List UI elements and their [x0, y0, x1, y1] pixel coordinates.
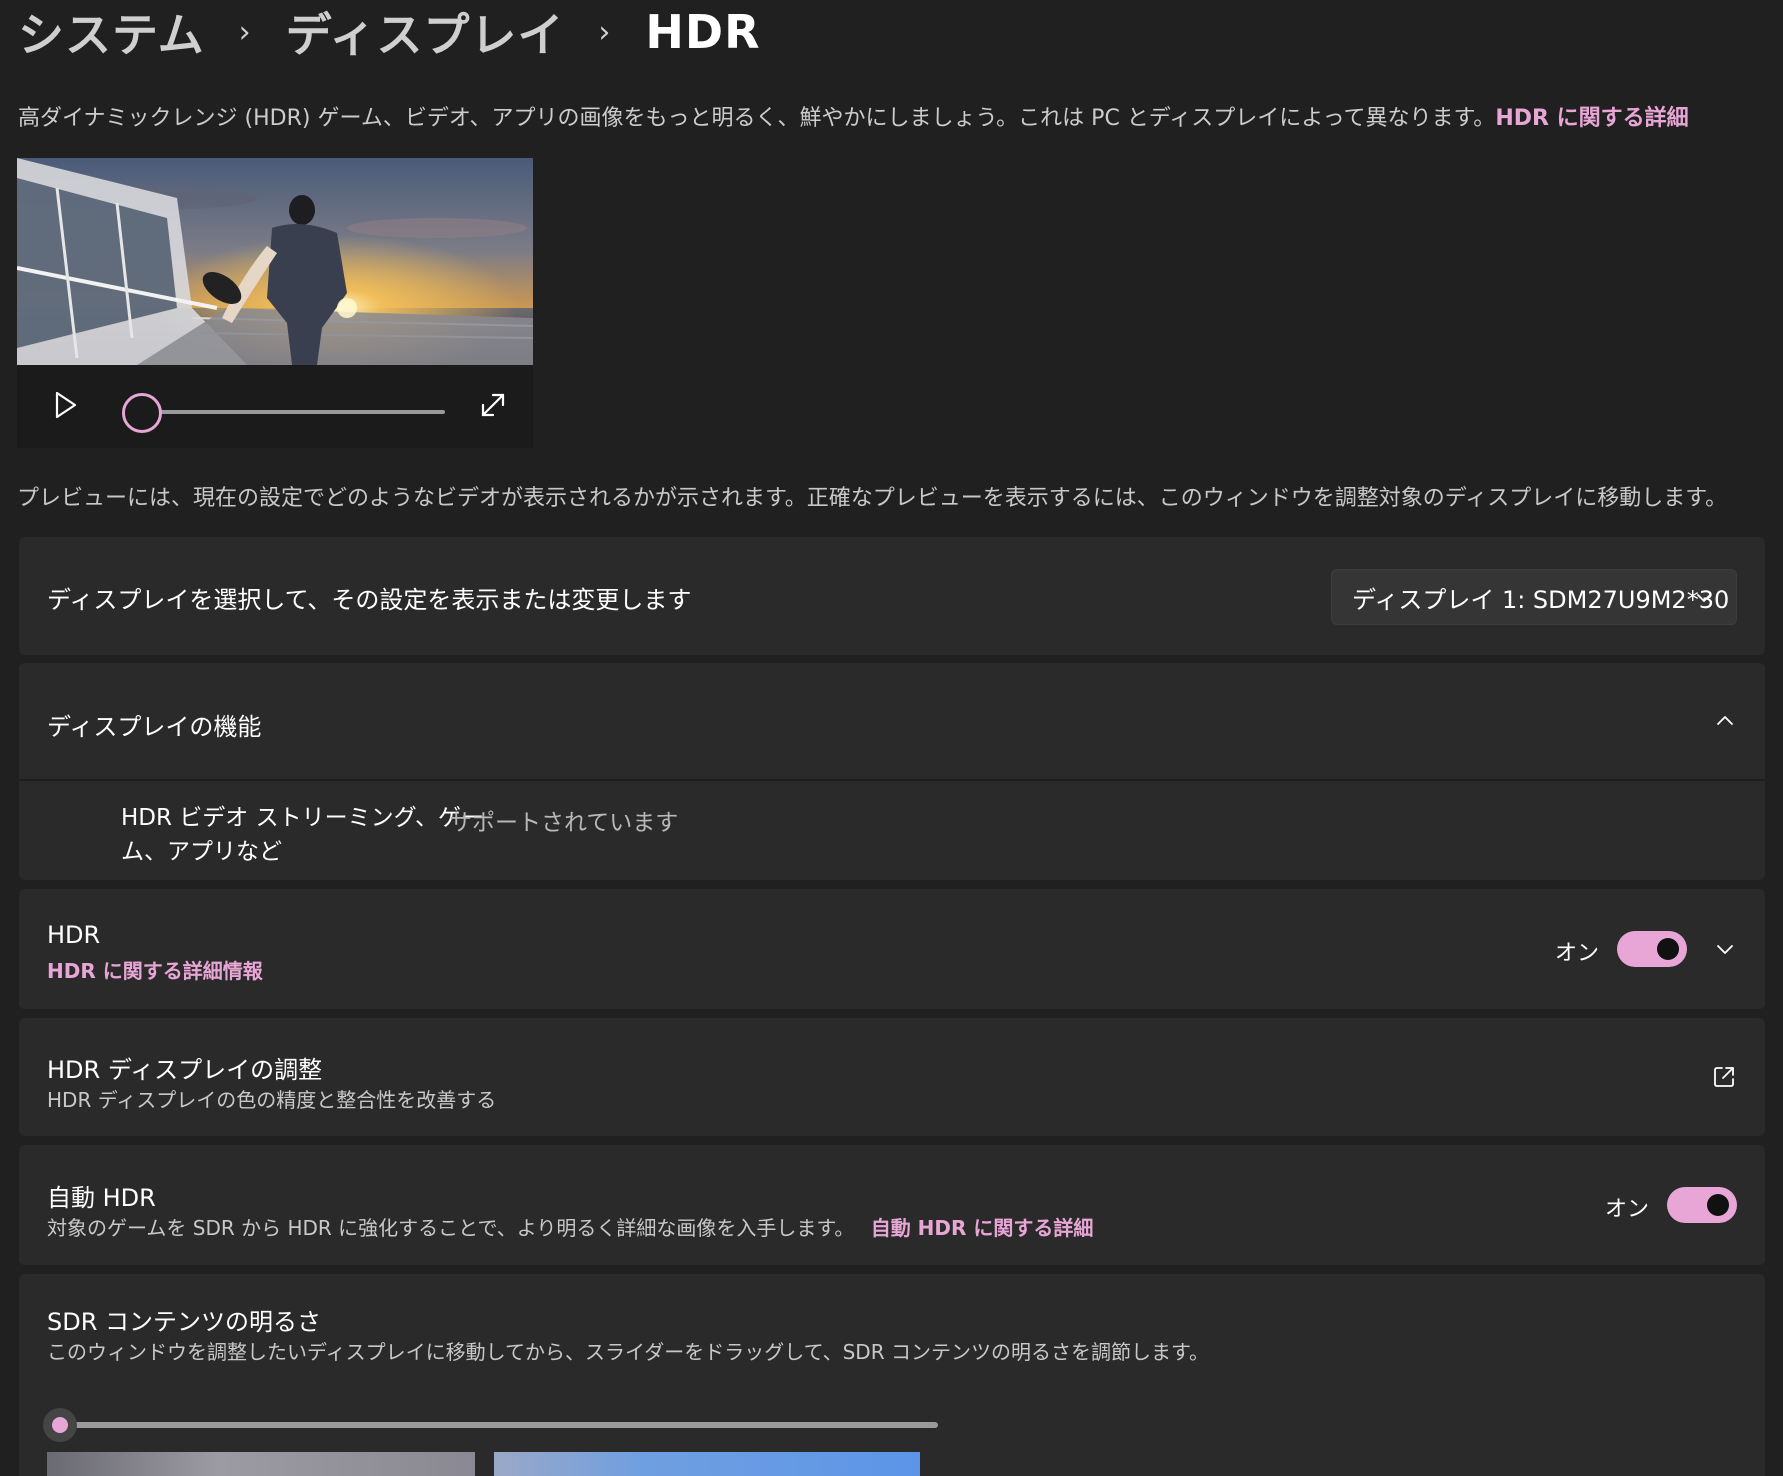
display-select-label: ディスプレイを選択して、その設定を表示または変更します — [47, 586, 692, 614]
chevron-right-icon: › — [598, 14, 612, 50]
preview-note: プレビューには、現在の設定でどのようなビデオが表示されるかが示されます。正確なプ… — [17, 486, 1728, 511]
hdr-preview-image — [494, 1452, 920, 1476]
sdr-preview-image — [47, 1452, 475, 1476]
calibration-title: HDR ディスプレイの調整 — [47, 1056, 323, 1084]
play-button[interactable] — [47, 387, 83, 423]
hdr-preview-video — [17, 158, 533, 365]
auto-hdr-details-link[interactable]: 自動 HDR に関する詳細 — [871, 1216, 1094, 1240]
play-icon — [55, 391, 77, 419]
breadcrumb: システム › ディスプレイ › HDR — [18, 2, 761, 62]
display-dropdown[interactable]: ディスプレイ 1: SDM27U9M2*30 — [1331, 569, 1737, 625]
video-seek-thumb[interactable] — [122, 393, 162, 433]
sdr-brightness-thumb[interactable] — [43, 1408, 77, 1442]
display-capabilities-card: ディスプレイの機能 HDR ビデオ ストリーミング、ゲー ム、アプリなど サポー… — [19, 663, 1765, 880]
open-calibration-button[interactable] — [1711, 1064, 1737, 1090]
hdr-feature-label: HDR ビデオ ストリーミング、ゲー ム、アプリなど — [121, 801, 484, 869]
hdr-feature-status: サポートされています — [449, 810, 679, 836]
breadcrumb-system[interactable]: システム — [18, 0, 205, 65]
external-link-icon — [1714, 1067, 1734, 1087]
intro-description: 高ダイナミックレンジ (HDR) ゲーム、ビデオ、アプリの画像をもっと明るく、鮮… — [18, 106, 1496, 131]
sdr-title: SDR コンテンツの明るさ — [47, 1308, 322, 1336]
video-seek-track[interactable] — [143, 410, 445, 414]
video-controls — [17, 365, 533, 448]
sdr-brightness-track[interactable] — [65, 1422, 938, 1428]
chevron-right-icon: › — [238, 14, 252, 50]
auto-hdr-description: 対象のゲームを SDR から HDR に強化することで、より明るく詳細な画像を入… — [47, 1216, 855, 1240]
auto-hdr-toggle[interactable] — [1667, 1187, 1737, 1223]
hdr-calibration-card[interactable]: HDR ディスプレイの調整 HDR ディスプレイの色の精度と整合性を改善する — [19, 1018, 1765, 1136]
page-title: HDR — [645, 5, 761, 59]
display-select-card: ディスプレイを選択して、その設定を表示または変更します ディスプレイ 1: SD… — [19, 537, 1765, 655]
collapse-capabilities-button[interactable] — [1713, 709, 1737, 733]
hdr-feature-label-line1: HDR ビデオ ストリーミング、ゲー — [121, 805, 484, 831]
hdr-card: HDR HDR に関する詳細情報 オン — [19, 889, 1765, 1009]
hdr-toggle-knob — [1657, 938, 1679, 960]
chevron-down-icon — [1697, 594, 1711, 602]
hdr-toggle-state: オン — [1554, 941, 1599, 966]
chevron-up-icon — [1717, 716, 1733, 725]
breadcrumb-display[interactable]: ディスプレイ — [286, 0, 565, 65]
sdr-brightness-card: SDR コンテンツの明るさ このウィンドウを調整したいディスプレイに移動してから… — [19, 1274, 1765, 1476]
hdr-details-link[interactable]: HDR に関する詳細 — [1495, 106, 1688, 131]
auto-hdr-toggle-state: オン — [1604, 1197, 1649, 1222]
sdr-subtitle: このウィンドウを調整したいディスプレイに移動してから、スライダーをドラッグして、… — [47, 1340, 1209, 1364]
auto-hdr-subtitle: 対象のゲームを SDR から HDR に強化することで、より明るく詳細な画像を入… — [47, 1212, 1093, 1241]
hdr-toggle[interactable] — [1617, 931, 1687, 967]
auto-hdr-card: 自動 HDR 対象のゲームを SDR から HDR に強化することで、より明るく… — [19, 1145, 1765, 1265]
capabilities-title: ディスプレイの機能 — [47, 713, 262, 741]
expand-icon — [481, 393, 505, 417]
calibration-subtitle: HDR ディスプレイの色の精度と整合性を改善する — [47, 1088, 497, 1112]
display-dropdown-value: ディスプレイ 1: SDM27U9M2*30 — [1352, 585, 1730, 614]
auto-hdr-toggle-knob — [1707, 1194, 1729, 1216]
fullscreen-button[interactable] — [475, 387, 511, 423]
hdr-feature-label-line2: ム、アプリなど — [121, 839, 282, 865]
intro-text: 高ダイナミックレンジ (HDR) ゲーム、ビデオ、アプリの画像をもっと明るく、鮮… — [18, 100, 1689, 132]
video-frame — [17, 158, 533, 365]
capabilities-divider — [19, 779, 1765, 781]
hdr-info-link[interactable]: HDR に関する詳細情報 — [47, 955, 263, 984]
auto-hdr-title: 自動 HDR — [47, 1184, 156, 1212]
expand-hdr-button[interactable] — [1713, 937, 1737, 961]
hdr-title: HDR — [47, 921, 101, 949]
chevron-down-icon — [1717, 945, 1733, 954]
